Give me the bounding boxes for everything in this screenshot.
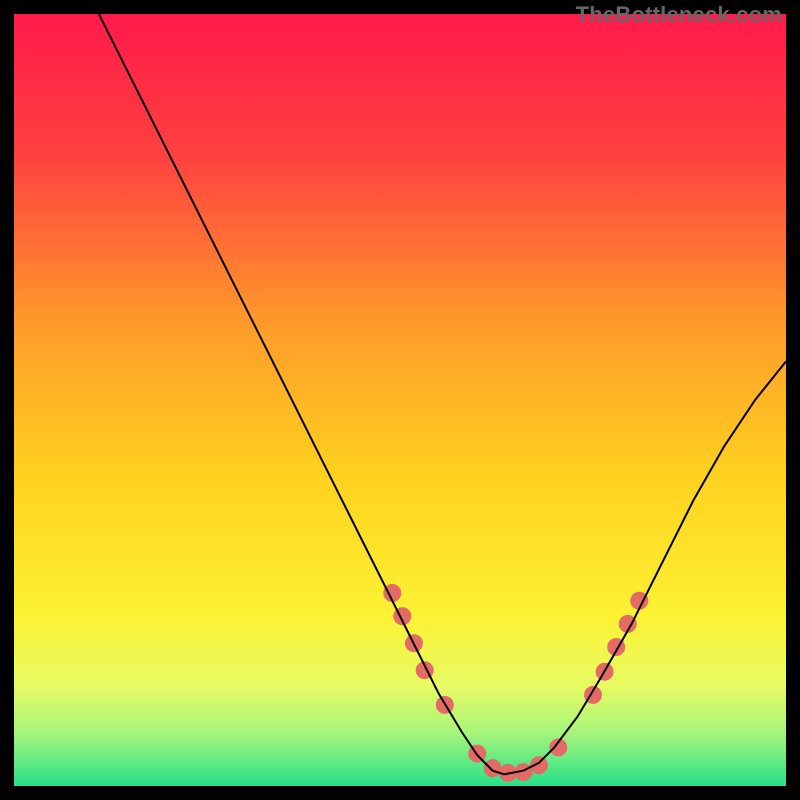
chart-frame bbox=[14, 14, 786, 786]
watermark-text: TheBottleneck.com bbox=[576, 2, 782, 28]
chart-background bbox=[14, 14, 786, 786]
bottleneck-chart bbox=[14, 14, 786, 786]
highlight-dot bbox=[484, 759, 502, 777]
